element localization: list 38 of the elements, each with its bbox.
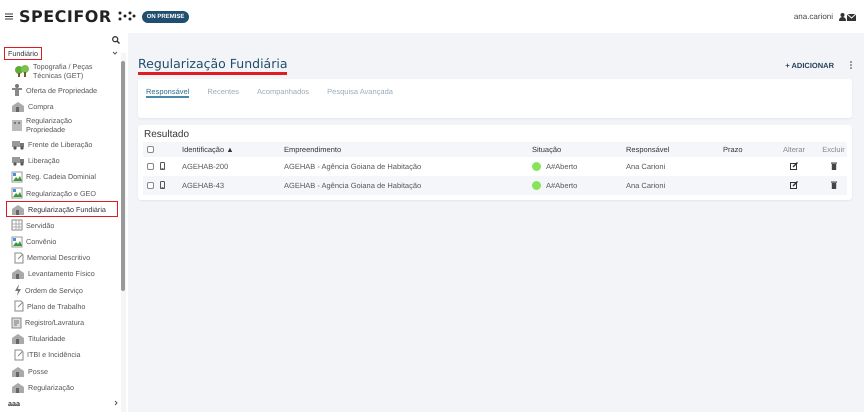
house-icon [11, 204, 25, 215]
edit-icon[interactable] [790, 162, 798, 172]
trash-icon[interactable] [830, 182, 836, 190]
image-icon [11, 170, 23, 183]
image-icon [11, 187, 23, 200]
document-icon [14, 252, 24, 264]
house-icon [11, 268, 25, 280]
scrollbar-thumb[interactable] [121, 61, 125, 291]
truck-icon [11, 155, 25, 166]
lightning-icon [14, 284, 22, 296]
house-icon [11, 366, 25, 377]
edit-icon[interactable] [790, 182, 798, 190]
brand-logo: SPECIFOR [19, 7, 112, 26]
document-icon [14, 300, 24, 312]
select-all-checkbox[interactable] [147, 146, 154, 153]
person-icon [11, 84, 23, 96]
house-icon [11, 333, 25, 344]
image-icon [11, 236, 23, 248]
section-title: Resultado [143, 129, 190, 142]
grid-icon [11, 219, 23, 232]
house-icon [11, 100, 25, 112]
trees-icon [14, 65, 30, 77]
truck-icon [11, 138, 25, 150]
search-icon[interactable] [112, 36, 120, 46]
mobile-icon [160, 162, 165, 172]
building-icon [11, 119, 23, 132]
user-name: ana.carioni [794, 12, 833, 21]
house-icon [11, 382, 25, 393]
page-title: Regularização Fundiária [138, 56, 288, 74]
chevron-right-icon[interactable] [114, 398, 118, 408]
mobile-icon [160, 182, 165, 190]
document-icon [14, 348, 24, 361]
document-icon [11, 316, 22, 329]
row-checkbox[interactable] [147, 163, 154, 170]
row-checkbox[interactable] [147, 182, 154, 189]
chevron-down-icon[interactable] [112, 50, 118, 56]
menu-icon[interactable] [5, 10, 13, 22]
trash-icon[interactable] [830, 162, 836, 172]
